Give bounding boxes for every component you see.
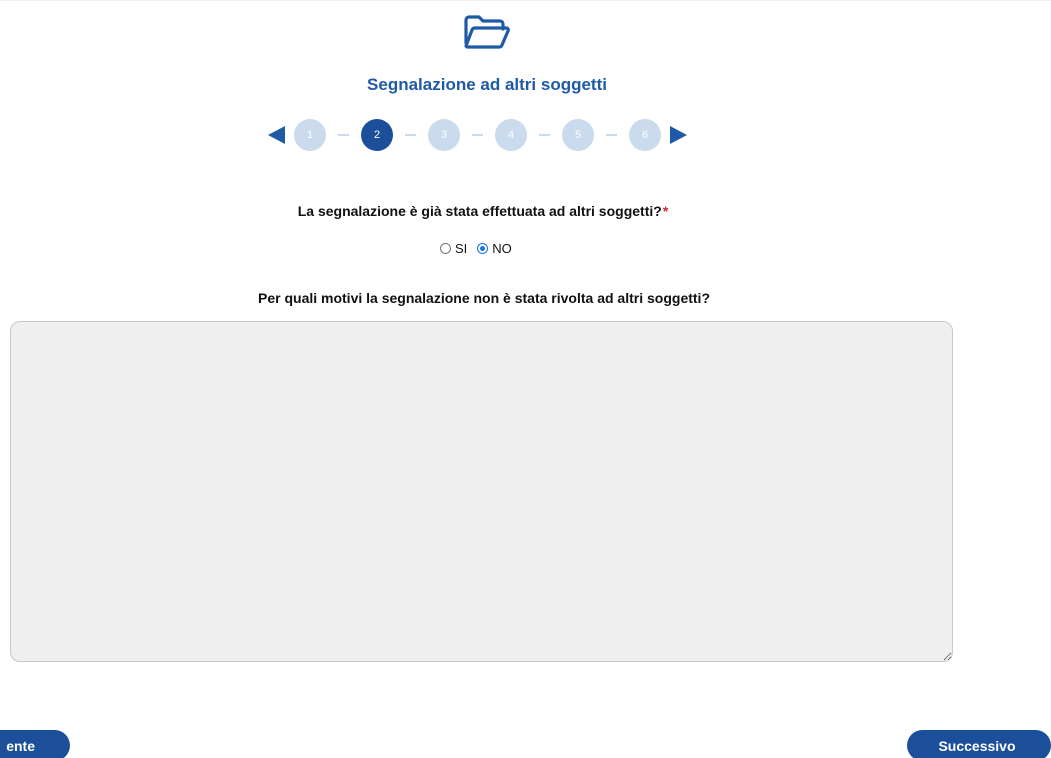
step-5[interactable]: 5: [562, 119, 594, 151]
step-3[interactable]: 3: [428, 119, 460, 151]
step-connector: [472, 134, 483, 136]
radio-no[interactable]: [477, 243, 489, 254]
next-button[interactable]: Successivo: [907, 730, 1051, 758]
radio-si[interactable]: [440, 243, 451, 254]
reasons-question-label: Per quali motivi la segnalazione non è s…: [258, 290, 710, 306]
step-connector: [405, 134, 416, 136]
top-divider: [0, 0, 1051, 1]
reasons-textarea[interactable]: [10, 321, 953, 662]
next-step-arrow-icon[interactable]: [670, 126, 687, 144]
step-6[interactable]: 6: [629, 119, 661, 151]
radio-option-no[interactable]: NO: [477, 241, 512, 256]
step-connector: [606, 134, 617, 136]
step-connector: [539, 134, 550, 136]
form-page: Segnalazione ad altri soggetti 1 2 3 4 5…: [0, 0, 1051, 758]
question-already-reported-label: La segnalazione è già stata effettuata a…: [297, 203, 662, 219]
radio-si-label[interactable]: SI: [455, 241, 467, 256]
step-indicator: 1 2 3 4 5 6: [268, 119, 687, 151]
previous-step-arrow-icon[interactable]: [268, 126, 285, 144]
step-2-current[interactable]: 2: [361, 119, 393, 151]
section-title: Segnalazione ad altri soggetti: [367, 75, 607, 94]
step-1[interactable]: 1: [294, 119, 326, 151]
radio-option-si[interactable]: SI: [440, 241, 467, 256]
folder-open-icon: [464, 15, 510, 49]
step-4[interactable]: 4: [495, 119, 527, 151]
question-already-reported: La segnalazione è già stata effettuata a…: [0, 203, 966, 219]
previous-button[interactable]: ente: [0, 730, 70, 758]
radio-no-label[interactable]: NO: [492, 241, 512, 256]
step-connector: [338, 134, 349, 136]
required-asterisk: *: [662, 203, 669, 219]
already-reported-radio-group: SI NO: [440, 241, 522, 256]
